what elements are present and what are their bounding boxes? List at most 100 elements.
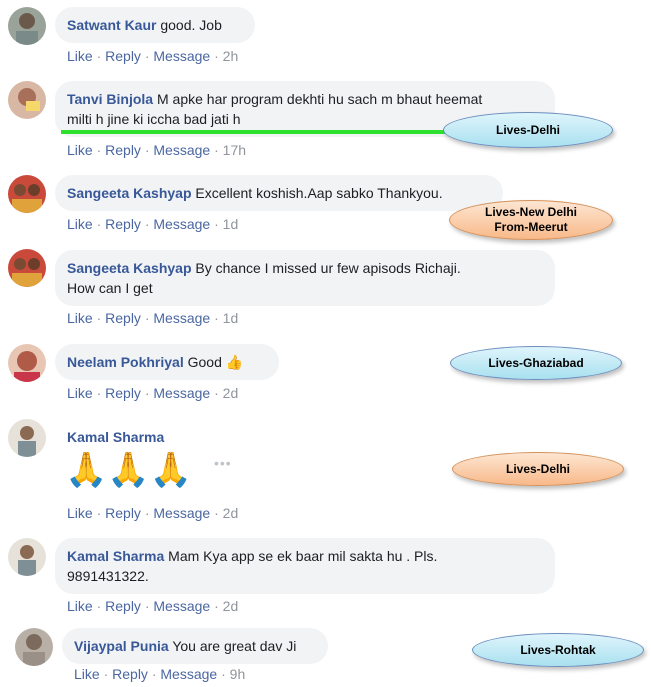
thumbs-up-icon: 👍 xyxy=(225,354,244,370)
message-link[interactable]: Message xyxy=(153,598,210,614)
comment-actions: Like · Reply · Message · 2d xyxy=(67,385,238,401)
location-annotation: Lives-New Delhi From-Meerut xyxy=(449,200,613,240)
timestamp[interactable]: 1d xyxy=(223,310,239,326)
more-options-icon[interactable]: ••• xyxy=(214,455,232,471)
timestamp[interactable]: 2d xyxy=(223,598,239,614)
message-link[interactable]: Message xyxy=(153,310,210,326)
comment-actions: Like · Reply · Message · 9h xyxy=(74,666,245,682)
separator: · xyxy=(151,666,157,682)
like-link[interactable]: Like xyxy=(67,48,93,64)
comment-text: How can I get xyxy=(67,280,153,296)
timestamp[interactable]: 17h xyxy=(223,142,246,158)
separator: · xyxy=(144,48,150,64)
comment-author[interactable]: Kamal Sharma xyxy=(67,548,164,564)
separator: · xyxy=(96,142,102,158)
avatar[interactable] xyxy=(8,538,46,576)
comment-actions: Like · Reply · Message · 1d xyxy=(67,216,238,232)
like-link[interactable]: Like xyxy=(67,310,93,326)
timestamp[interactable]: 9h xyxy=(230,666,246,682)
annotation-text: Lives-Ghaziabad xyxy=(488,355,584,370)
comment-author[interactable]: Sangeeta Kashyap xyxy=(67,260,192,276)
avatar[interactable] xyxy=(8,175,46,213)
comment-text: 9891431322. xyxy=(67,568,149,584)
avatar[interactable] xyxy=(15,628,53,666)
avatar[interactable] xyxy=(8,344,46,382)
comment-text: Good xyxy=(187,354,222,370)
separator: · xyxy=(144,505,150,521)
comment-actions: Like · Reply · Message · 2h xyxy=(67,48,238,64)
comment-actions: Like · Reply · Message · 2d xyxy=(67,598,238,614)
folded-hands-emoji-row: 🙏🙏🙏 xyxy=(65,451,193,489)
reply-link[interactable]: Reply xyxy=(105,142,141,158)
like-link[interactable]: Like xyxy=(67,216,93,232)
separator: · xyxy=(103,666,109,682)
separator: · xyxy=(144,385,150,401)
comment-actions: Like · Reply · Message · 2d xyxy=(67,505,238,521)
separator: · xyxy=(214,216,219,232)
annotation-text: Lives-New Delhi xyxy=(484,205,578,219)
annotation-text: Lives-Delhi xyxy=(505,461,571,476)
annotation-text: From-Meerut xyxy=(494,220,568,234)
reply-link[interactable]: Reply xyxy=(105,48,141,64)
separator: · xyxy=(144,598,150,614)
annotation-text: Lives-Rohtak xyxy=(520,642,596,657)
timestamp[interactable]: 2h xyxy=(223,48,239,64)
timestamp[interactable]: 1d xyxy=(223,216,239,232)
separator: · xyxy=(144,216,150,232)
avatar[interactable] xyxy=(8,419,46,457)
location-annotation: Lives-Rohtak xyxy=(472,633,644,667)
separator: · xyxy=(214,385,219,401)
comment-bubble: Vijaypal Punia You are great dav Ji xyxy=(62,628,328,664)
comment-author[interactable]: Neelam Pokhriyal xyxy=(67,354,184,370)
reply-link[interactable]: Reply xyxy=(105,385,141,401)
separator: · xyxy=(214,505,219,521)
separator: · xyxy=(214,598,219,614)
reply-link[interactable]: Reply xyxy=(105,216,141,232)
message-link[interactable]: Message xyxy=(153,48,210,64)
comment-text: By chance I missed ur few apisods Richaj… xyxy=(195,260,461,276)
message-link[interactable]: Message xyxy=(153,142,210,158)
like-link[interactable]: Like xyxy=(74,666,100,682)
comment-actions: Like · Reply · Message · 17h xyxy=(67,142,246,158)
message-link[interactable]: Message xyxy=(153,505,210,521)
message-link[interactable]: Message xyxy=(160,666,217,682)
timestamp[interactable]: 2d xyxy=(223,505,239,521)
separator: · xyxy=(144,142,150,158)
separator: · xyxy=(96,505,102,521)
comment-text: good. Job xyxy=(160,17,222,33)
location-annotation: Lives-Ghaziabad xyxy=(450,346,622,380)
comment-bubble: Satwant Kaur good. Job xyxy=(55,7,255,43)
like-link[interactable]: Like xyxy=(67,142,93,158)
comment-bubble: Sangeeta Kashyap By chance I missed ur f… xyxy=(55,250,555,306)
annotation-text: Lives-Delhi xyxy=(495,122,561,137)
reply-link[interactable]: Reply xyxy=(105,598,141,614)
comment-author[interactable]: Tanvi Binjola xyxy=(67,91,153,107)
avatar[interactable] xyxy=(8,7,46,45)
comment-author[interactable]: Sangeeta Kashyap xyxy=(67,185,192,201)
like-link[interactable]: Like xyxy=(67,505,93,521)
reply-link[interactable]: Reply xyxy=(112,666,148,682)
reply-link[interactable]: Reply xyxy=(105,310,141,326)
separator: · xyxy=(221,666,226,682)
separator: · xyxy=(144,310,150,326)
comment-text: Mam Kya app se ek baar mil sakta hu . Pl… xyxy=(168,548,438,564)
comment-author[interactable]: Kamal Sharma xyxy=(67,429,164,445)
avatar[interactable] xyxy=(8,81,46,119)
comment-text: M apke har program dekhti hu sach m bhau… xyxy=(156,91,483,107)
message-link[interactable]: Message xyxy=(153,216,210,232)
comment-text: milti h jine ki iccha bad jati h xyxy=(67,111,241,127)
separator: · xyxy=(96,310,102,326)
message-link[interactable]: Message xyxy=(153,385,210,401)
avatar[interactable] xyxy=(8,249,46,287)
location-annotation: Lives-Delhi xyxy=(443,112,613,148)
comment-author[interactable]: Satwant Kaur xyxy=(67,17,156,33)
like-link[interactable]: Like xyxy=(67,385,93,401)
reply-link[interactable]: Reply xyxy=(105,505,141,521)
like-link[interactable]: Like xyxy=(67,598,93,614)
separator: · xyxy=(214,310,219,326)
comment-bubble: Kamal Sharma Mam Kya app se ek baar mil … xyxy=(55,538,555,594)
timestamp[interactable]: 2d xyxy=(223,385,239,401)
comment-text: Excellent koshish.Aap sabko Thankyou. xyxy=(195,185,443,201)
separator: · xyxy=(96,385,102,401)
comment-author[interactable]: Vijaypal Punia xyxy=(74,638,169,654)
